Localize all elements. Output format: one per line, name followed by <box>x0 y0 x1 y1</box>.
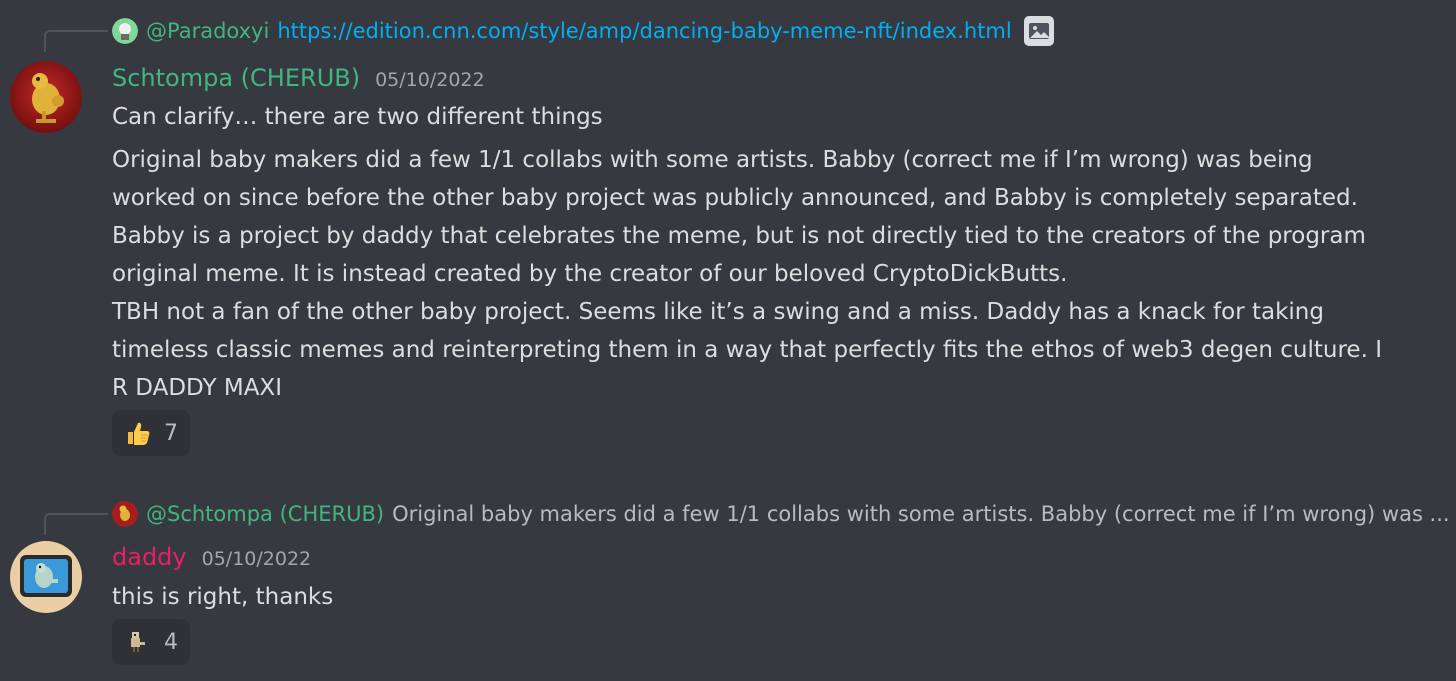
reaction-count: 4 <box>164 629 178 655</box>
reaction-pixel-bird[interactable]: 4 <box>112 619 190 665</box>
timestamp[interactable]: 05/10/2022 <box>375 69 485 91</box>
reply-link[interactable]: https://edition.cnn.com/style/amp/dancin… <box>277 19 1011 43</box>
message-header: Schtompa (CHERUB) 05/10/2022 <box>112 64 485 92</box>
thumbs-up-icon <box>124 419 152 447</box>
reply-preview[interactable]: @Paradoxyi https://edition.cnn.com/style… <box>112 16 1054 46</box>
avatar[interactable] <box>10 61 82 133</box>
reply-connector <box>44 513 108 535</box>
reply-preview[interactable]: @Schtompa (CHERUB) Original baby makers … <box>112 499 1450 529</box>
message-line: R DADDY MAXI <box>112 375 282 401</box>
message-line: Original baby makers did a few 1/1 colla… <box>112 147 1313 173</box>
image-icon[interactable] <box>1023 16 1054 46</box>
message-header: daddy 05/10/2022 <box>112 543 311 571</box>
reply-connector <box>44 30 108 52</box>
reply-text[interactable]: Original baby makers did a few 1/1 colla… <box>392 502 1450 526</box>
reply-avatar <box>112 18 138 44</box>
message-text: this is right, thanks <box>112 584 334 610</box>
message-line: timeless classic memes and reinterpretin… <box>112 337 1382 363</box>
timestamp[interactable]: 05/10/2022 <box>202 548 312 570</box>
username[interactable]: Schtompa (CHERUB) <box>112 64 360 92</box>
message-text: Can clarify… there are two different thi… <box>112 104 603 130</box>
avatar[interactable] <box>10 541 82 613</box>
reaction-thumbs-up[interactable]: 7 <box>112 410 190 456</box>
pixel-bird-icon <box>124 628 152 656</box>
reply-avatar <box>112 501 138 527</box>
message-line: Babby is a project by daddy that celebra… <box>112 223 1366 249</box>
reply-username[interactable]: @Schtompa (CHERUB) <box>146 502 384 526</box>
reaction-count: 7 <box>164 420 178 446</box>
message-line: TBH not a fan of the other baby project.… <box>112 299 1324 325</box>
message-line: worked on since before the other baby pr… <box>112 185 1358 211</box>
reply-username[interactable]: @Paradoxyi <box>146 19 269 43</box>
message-paragraph: Original baby makers did a few 1/1 colla… <box>112 141 1402 407</box>
message-line: original meme. It is instead created by … <box>112 261 1068 287</box>
username[interactable]: daddy <box>112 543 187 571</box>
